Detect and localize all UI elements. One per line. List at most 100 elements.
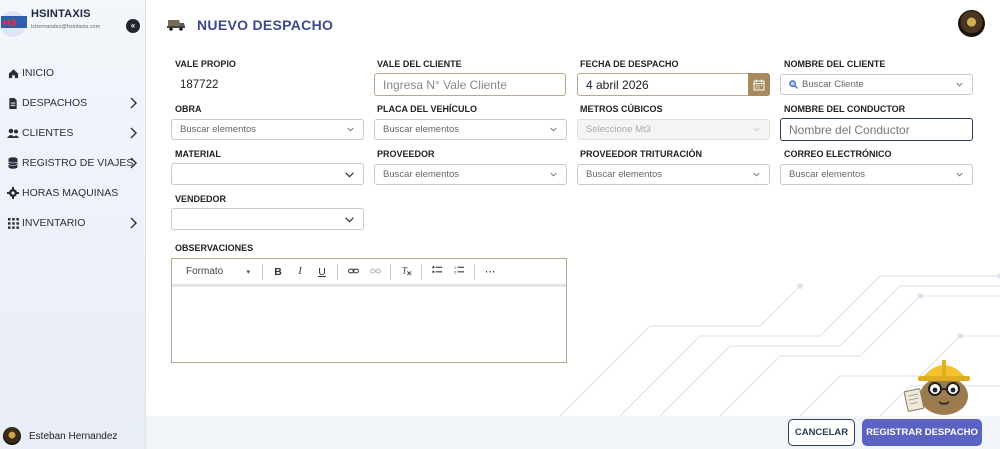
material-label: MATERIAL [175, 149, 221, 159]
observaciones-label: OBSERVACIONES [175, 243, 254, 253]
conductor-input[interactable]: Nombre del Conductor [780, 118, 973, 141]
caret-down-icon: ▾ [246, 268, 250, 276]
brand-name: HSINTAXIS [31, 8, 91, 20]
format-dropdown[interactable]: Formato ▾ [178, 266, 258, 277]
chevron-right-icon [130, 157, 137, 169]
cancel-button[interactable]: CANCELAR [788, 419, 855, 446]
sidebar-item-inicio[interactable]: INICIO [0, 58, 146, 88]
home-icon [7, 67, 19, 79]
more-options-button[interactable]: ⋯ [479, 266, 501, 278]
bold-button[interactable]: B [267, 266, 289, 278]
toolbar-divider [421, 263, 422, 280]
correo-label: CORREO ELECTRÓNICO [784, 149, 892, 159]
grid-icon [7, 217, 19, 229]
brand-email: tchernandez@hsintaxis.com [31, 24, 101, 30]
material-select[interactable] [171, 163, 364, 185]
metros-label: METROS CÚBICOS [580, 104, 663, 114]
bulleted-list-button[interactable] [426, 265, 448, 278]
sidebar: HS HSINTAXIS tchernandez@hsintaxis.com «… [0, 0, 146, 449]
toolbar-divider [262, 263, 263, 280]
sidebar-item-despachos[interactable]: DESPACHOS [0, 88, 146, 118]
register-dispatch-button[interactable]: REGISTRAR DESPACHO [862, 419, 982, 446]
bulleted-list-icon [431, 266, 442, 273]
vale-propio-label: VALE PROPIO [175, 59, 236, 69]
avatar [3, 427, 21, 445]
dump-truck-icon [167, 20, 185, 31]
chevron-down-icon [550, 172, 557, 177]
sidebar-user[interactable]: Esteban Hernandez [3, 427, 117, 445]
sidebar-nav: INICIO DESPACHOS CLIENTES REGISTRO DE VI… [0, 58, 146, 238]
chevron-down-icon [347, 127, 354, 132]
vale-propio-value: 187722 [180, 79, 219, 91]
sidebar-item-label: INICIO [22, 67, 55, 79]
obra-label: OBRA [175, 104, 202, 114]
sidebar-item-inventario[interactable]: INVENTARIO [0, 208, 146, 238]
brand-logo-icon: HS [0, 11, 27, 37]
obra-select[interactable]: Buscar elementos [171, 119, 364, 140]
chevron-right-icon [130, 217, 137, 229]
italic-button[interactable]: I [289, 266, 311, 277]
calendar-button[interactable] [748, 73, 770, 96]
vale-cliente-input[interactable]: Ingresa N° Vale Cliente [374, 73, 566, 96]
page-header: NUEVO DESPACHO [146, 0, 1000, 46]
metros-select[interactable]: Seleccione Mt3 [577, 119, 770, 140]
sidebar-item-horas-maquinas[interactable]: HORAS MAQUINAS [0, 178, 146, 208]
obra-placeholder: Buscar elementos [180, 124, 257, 135]
numbered-list-button[interactable]: 12 [448, 265, 470, 278]
placa-label: PLACA DEL VEHÍCULO [377, 104, 478, 114]
editor-toolbar: Formato ▾ B I U T 12 ⋯ [172, 259, 566, 285]
placa-select[interactable]: Buscar elementos [374, 119, 567, 140]
chevron-right-icon [130, 127, 137, 139]
conductor-label: NOMBRE DEL CONDUCTOR [784, 104, 906, 114]
toolbar-divider [474, 263, 475, 280]
observaciones-editor: Formato ▾ B I U T 12 ⋯ [171, 258, 567, 363]
observaciones-textarea[interactable] [172, 285, 566, 363]
nombre-cliente-select[interactable]: Buscar Cliente [780, 74, 973, 95]
unlink-button[interactable] [364, 266, 386, 278]
chevron-right-icon [130, 97, 137, 109]
svg-text:T: T [401, 265, 407, 275]
format-label: Formato [186, 266, 224, 277]
form-footer: CANCELAR REGISTRAR DESPACHO [146, 416, 1000, 449]
sidebar-item-label: CLIENTES [22, 127, 74, 139]
unlink-icon [369, 268, 381, 273]
chevron-down-icon [753, 172, 760, 177]
dispatch-form: VALE PROPIO 187722 VALE DEL CLIENTE Ingr… [146, 46, 1000, 416]
chevron-down-icon [753, 127, 760, 132]
underline-button[interactable]: U [311, 266, 333, 278]
metros-placeholder: Seleccione Mt3 [586, 124, 651, 135]
proveedor-select[interactable]: Buscar elementos [374, 164, 567, 185]
gear-icon [7, 187, 19, 199]
users-icon [7, 127, 19, 139]
conductor-placeholder: Nombre del Conductor [789, 122, 910, 137]
sidebar-item-label: INVENTARIO [22, 217, 86, 229]
sidebar-item-label: DESPACHOS [22, 97, 88, 109]
nombre-cliente-placeholder: Buscar Cliente [802, 79, 864, 90]
calendar-icon [753, 79, 765, 90]
correo-placeholder: Buscar elementos [789, 169, 866, 180]
vale-cliente-label: VALE DEL CLIENTE [377, 59, 462, 69]
link-icon [347, 268, 359, 273]
chevron-down-icon [550, 127, 557, 132]
vendedor-select[interactable] [171, 208, 364, 230]
proveedor-trituracion-select[interactable]: Buscar elementos [577, 164, 770, 185]
page-title: NUEVO DESPACHO [197, 17, 334, 33]
fecha-despacho-value: 4 abril 2026 [586, 77, 649, 92]
toolbar-divider [337, 263, 338, 280]
clear-format-icon: T [401, 265, 411, 275]
search-icon [789, 80, 798, 89]
proveedor-placeholder: Buscar elementos [383, 169, 460, 180]
fecha-despacho-input[interactable]: 4 abril 2026 [577, 73, 770, 96]
sidebar-item-clientes[interactable]: CLIENTES [0, 118, 146, 148]
correo-select[interactable]: Buscar elementos [780, 164, 973, 185]
mascot-illustration [904, 360, 970, 415]
vale-cliente-placeholder: Ingresa N° Vale Cliente [383, 77, 507, 92]
sidebar-item-registro-viajes[interactable]: REGISTRO DE VIAJES [0, 148, 146, 178]
clear-format-button[interactable]: T [395, 265, 417, 279]
avatar[interactable] [958, 10, 985, 37]
database-icon [7, 157, 19, 169]
collapse-sidebar-icon[interactable]: « [126, 19, 140, 33]
proveedor-trituracion-label: PROVEEDOR TRITURACIÓN [580, 149, 703, 159]
svg-text:HS: HS [3, 18, 17, 29]
link-button[interactable] [342, 266, 364, 278]
